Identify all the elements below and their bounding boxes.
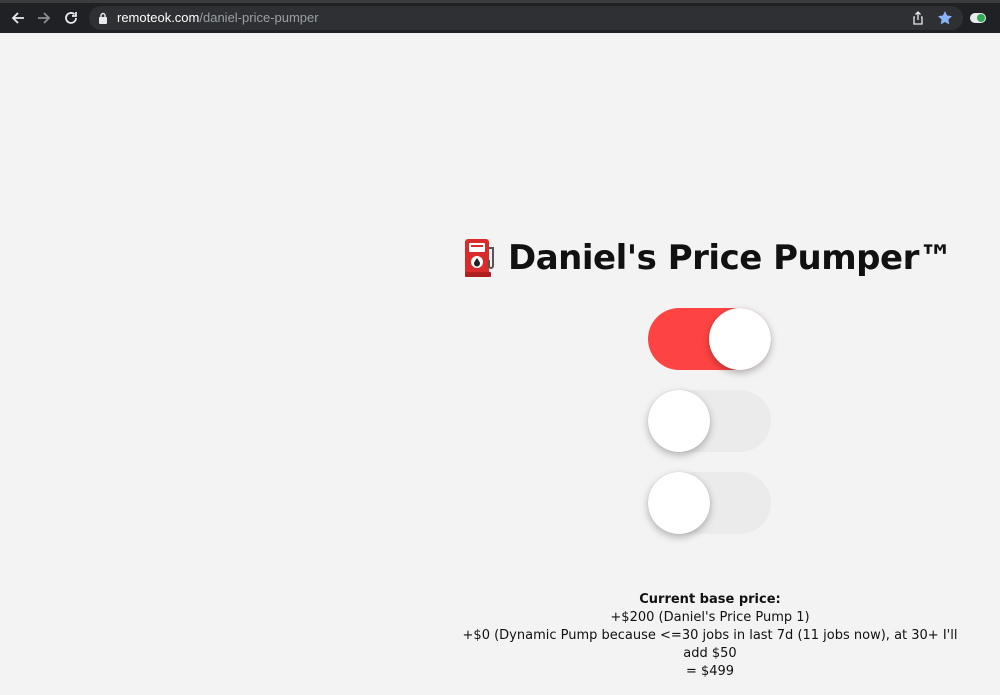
toggle-price-pump-2[interactable]	[648, 390, 771, 452]
forward-button[interactable]	[33, 7, 55, 29]
price-heading: Current base price:	[639, 592, 781, 607]
fuel-pump-icon	[465, 239, 494, 277]
toggle-knob[interactable]	[648, 390, 710, 452]
page-title: Daniel's Price Pumper™	[508, 238, 953, 278]
bookmark-star-icon[interactable]	[937, 10, 953, 26]
lock-icon	[99, 12, 107, 24]
share-icon[interactable]	[911, 11, 925, 25]
toggle-knob[interactable]	[648, 472, 710, 534]
toggle-price-pump-3[interactable]	[648, 472, 771, 534]
extension-toggle-icon[interactable]	[970, 13, 986, 23]
reload-icon	[65, 12, 77, 24]
toggle-price-pump-1[interactable]	[648, 308, 771, 370]
price-line-1: +$200 (Daniel's Price Pump 1)	[610, 610, 810, 625]
arrow-right-icon	[38, 12, 51, 24]
price-line-2: +$0 (Dynamic Pump because <=30 jobs in l…	[462, 628, 958, 661]
price-summary: Current base price: +$200 (Daniel's Pric…	[450, 591, 970, 681]
arrow-left-icon	[11, 12, 24, 24]
price-total: = $499	[685, 664, 735, 679]
back-button[interactable]	[7, 7, 29, 29]
toggle-knob[interactable]	[709, 308, 771, 370]
reload-button[interactable]	[60, 7, 82, 29]
browser-toolbar: remoteok.com/daniel-price-pumper	[0, 3, 1000, 33]
url-host: remoteok.com	[117, 10, 200, 25]
url-text: remoteok.com/daniel-price-pumper	[117, 10, 319, 26]
page-header: Daniel's Price Pumper™	[462, 234, 982, 282]
url-path: /daniel-price-pumper	[199, 10, 319, 25]
address-bar[interactable]: remoteok.com/daniel-price-pumper	[89, 6, 963, 30]
